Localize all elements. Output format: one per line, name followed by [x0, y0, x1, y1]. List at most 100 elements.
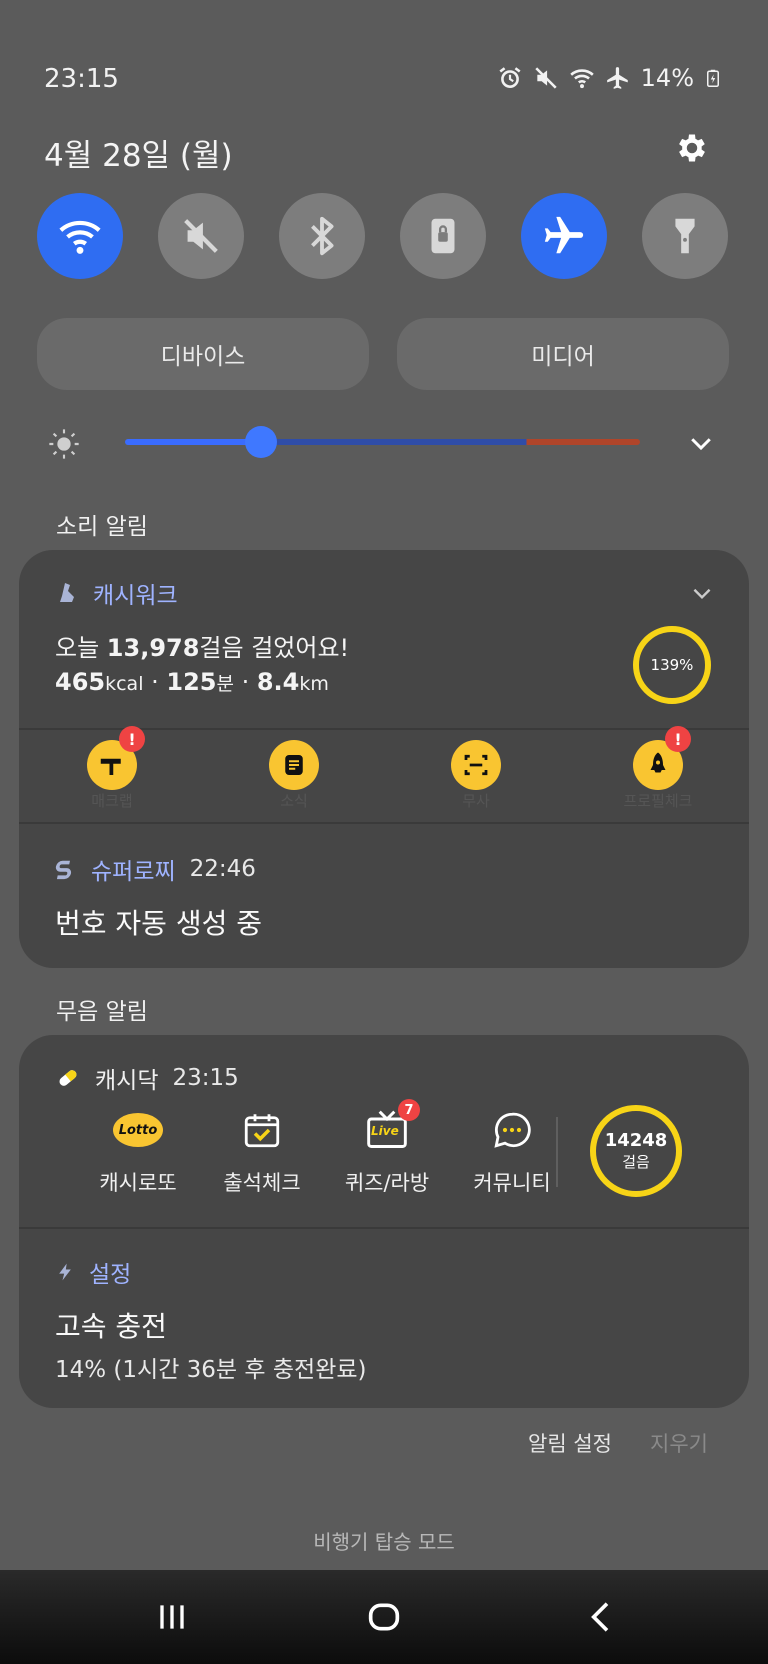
bluetooth-icon: [311, 216, 334, 256]
chevron-down-icon[interactable]: [686, 428, 716, 458]
flashlight-icon: [675, 218, 695, 254]
home-button[interactable]: [354, 1590, 414, 1644]
quick-toggles: [37, 193, 729, 281]
shortcut-label: 무사: [462, 792, 490, 810]
calendar-check-icon: [237, 1105, 287, 1155]
alert-badge: !: [119, 726, 145, 752]
toggle-airplane[interactable]: [521, 193, 607, 279]
toggle-rotation-lock[interactable]: [400, 193, 486, 279]
recent-apps-icon: [160, 1605, 184, 1629]
cashdoc-item-quiz-live[interactable]: Live 7 퀴즈/라방: [322, 1099, 452, 1197]
airplane-mode-label: 비행기 탑승 모드: [313, 1530, 455, 1554]
cashwalk-shortcuts: ! 매크랩 소식 무사 ! 프로필체크: [19, 726, 749, 820]
brightness-sun-icon: [49, 429, 79, 459]
battery-charging-icon: [707, 69, 719, 87]
scan-icon: [464, 754, 488, 776]
toggle-flashlight[interactable]: [642, 193, 728, 279]
cashdoc-shortcuts: Lotto 캐시로또 출석체크 Live 7 퀴즈/라방 커뮤니티 14248 …: [19, 1099, 749, 1225]
lock-icon: [431, 218, 455, 254]
superroji-title: 번호 자동 생성 중: [55, 907, 263, 940]
cashdoc-steps: 14248: [604, 1130, 668, 1151]
chat-bubble-icon: [487, 1105, 537, 1155]
rocket-icon: [650, 752, 666, 773]
brightness-slider-track[interactable]: [125, 439, 640, 445]
superroji-app-name: 슈퍼로찌: [91, 859, 176, 885]
progress-ring: 139%: [633, 626, 711, 704]
fast-charging-title: 고속 충전: [55, 1310, 167, 1343]
shortcut-news[interactable]: [269, 740, 319, 790]
expand-chevron-icon[interactable]: [689, 580, 715, 606]
cashdoc-time: 23:15: [172, 1065, 239, 1091]
shortcut-label: 매크랩: [91, 792, 133, 810]
cashdoc-item-attendance[interactable]: 출석체크: [197, 1105, 327, 1197]
shortcut-rocket[interactable]: !: [633, 726, 691, 790]
mute-icon: [184, 219, 218, 253]
cashwalk-header[interactable]: 캐시워크: [55, 576, 178, 610]
shortcut-label: 프로필체크: [623, 792, 693, 810]
media-button[interactable]: 미디어: [397, 318, 729, 390]
cashdoc-item-lotto[interactable]: Lotto 캐시로또: [73, 1105, 203, 1197]
live-tv-icon: Live 7: [362, 1099, 420, 1155]
lotto-icon: Lotto: [113, 1105, 163, 1155]
notification-count-badge: 7: [398, 1099, 420, 1121]
hammer-icon: [100, 758, 121, 775]
toggle-bluetooth[interactable]: [279, 193, 365, 279]
recent-apps-button[interactable]: [142, 1590, 202, 1644]
shortcut-scan[interactable]: [451, 740, 501, 790]
steps-suffix: 걸음 걸었어요!: [199, 634, 350, 662]
settings-gear-icon[interactable]: [674, 130, 710, 166]
vertical-divider: [556, 1117, 558, 1187]
date-label: 4월 28일 (월): [44, 138, 233, 174]
notification-settings-button[interactable]: 알림 설정: [528, 1428, 612, 1458]
fast-charging-subtitle: 14% (1시간 36분 후 충전완료): [55, 1357, 367, 1383]
kcal-value: 465: [55, 668, 106, 696]
cashdoc-steps-ring[interactable]: 14248 걸음: [590, 1105, 682, 1197]
shortcut-macro[interactable]: !: [87, 726, 145, 790]
progress-percent: 139%: [650, 656, 694, 674]
back-button[interactable]: [572, 1590, 632, 1644]
superroji-time: 22:46: [189, 856, 256, 882]
cashdoc-item-label: 캐시로또: [99, 1171, 177, 1195]
document-icon: [285, 755, 303, 775]
wifi-icon: [569, 69, 594, 89]
cashwalk-shoe-icon: [60, 583, 74, 602]
cashwalk-stats: 465kcal · 125분 · 8.4km: [55, 668, 329, 696]
brightness-slider-handle[interactable]: [245, 426, 277, 458]
steps-prefix: 오늘: [55, 634, 107, 662]
cashdoc-header[interactable]: 캐시닥 23:15: [55, 1061, 239, 1095]
section-silent-alerts: 무음 알림: [56, 999, 148, 1025]
silent-notifications-card: 캐시닥 23:15 Lotto 캐시로또 출석체크 Live 7 퀴즈/라방 커…: [19, 1035, 749, 1408]
mute-icon: [534, 67, 557, 89]
cashdoc-steps-label: 걸음: [622, 1153, 650, 1171]
sound-notifications-card: 캐시워크 오늘 13,978걸음 걸었어요! 465kcal · 125분 · …: [19, 550, 749, 968]
home-icon: [368, 1603, 400, 1631]
cashdoc-app-name: 캐시닥: [95, 1068, 159, 1094]
cashwalk-app-name: 캐시워크: [93, 583, 178, 609]
devices-button[interactable]: 디바이스: [37, 318, 369, 390]
shortcut-label: 소식: [280, 792, 308, 810]
superroji-s-icon: [55, 860, 71, 880]
kcal-unit: kcal: [105, 673, 144, 695]
alarm-icon: [499, 67, 521, 88]
status-icons: 14%: [497, 64, 722, 92]
toggle-sound[interactable]: [158, 193, 244, 279]
navigation-bar: [0, 1570, 768, 1664]
back-chevron-icon: [591, 1602, 609, 1632]
toggle-wifi[interactable]: [37, 193, 123, 279]
superroji-header[interactable]: 슈퍼로찌 22:46: [55, 852, 256, 886]
cashdoc-item-label: 커뮤니티: [473, 1171, 551, 1195]
cashwalk-steps-text: 오늘 13,978걸음 걸었어요!: [55, 628, 349, 663]
alert-badge: !: [665, 726, 691, 752]
cashdoc-item-label: 출석체크: [223, 1171, 301, 1195]
minutes-unit: 분: [216, 673, 234, 695]
pill-capsule-icon: [59, 1070, 77, 1086]
distance-unit: km: [299, 673, 329, 695]
section-sound-alerts: 소리 알림: [56, 514, 148, 540]
distance-value: 8.4: [256, 668, 300, 696]
cashdoc-item-label: 퀴즈/라방: [344, 1171, 430, 1195]
wifi-icon: [59, 220, 101, 254]
clear-button[interactable]: 지우기: [650, 1428, 708, 1458]
minutes-value: 125: [166, 668, 217, 696]
settings-notif-header[interactable]: 설정: [55, 1255, 131, 1289]
settings-app-name: 설정: [89, 1262, 132, 1288]
